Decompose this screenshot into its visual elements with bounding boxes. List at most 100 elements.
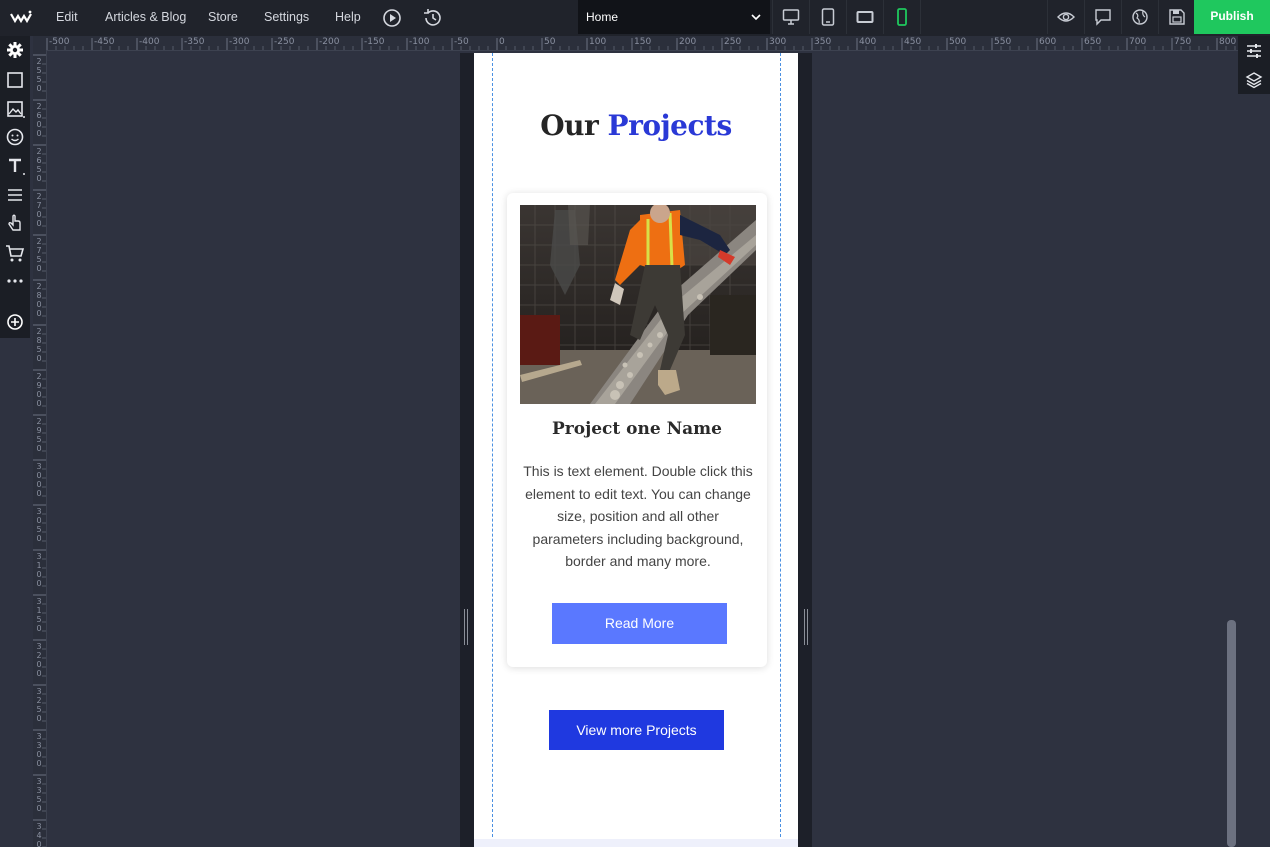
next-section-edge	[474, 839, 798, 847]
ruler-label: 3400	[36, 822, 42, 847]
menu-edit[interactable]: Edit	[56, 0, 78, 36]
ruler-label: -100	[409, 37, 430, 47]
vertical-ruler: 2550 2600 2650 2700 2750 2800 2850 2900 2950 3000…	[33, 50, 47, 847]
ruler-label: -350	[184, 37, 205, 47]
ruler-label: 600	[1039, 37, 1057, 47]
globe-icon	[1132, 9, 1148, 25]
scrollbar-thumb[interactable]	[1227, 620, 1236, 847]
horizontal-ruler: -500 -450 -400 -350 -300 -250 -200 -150 -100 -50 0…	[33, 36, 1238, 51]
text-icon[interactable]	[4, 155, 26, 177]
menu-lines-icon[interactable]	[4, 184, 26, 206]
ruler-label: 3150	[36, 597, 42, 633]
card-text[interactable]: This is text element. Double click this …	[523, 460, 753, 573]
layers-icon[interactable]	[1245, 71, 1263, 89]
ruler-label: 400	[859, 37, 877, 47]
card-title[interactable]: Project one Name	[507, 419, 767, 439]
gear-icon[interactable]	[4, 39, 26, 61]
resize-handle-right[interactable]	[804, 609, 808, 645]
section-title[interactable]: Our Projects	[474, 109, 798, 142]
preview-button[interactable]	[1047, 0, 1084, 34]
ruler-label: 250	[724, 37, 742, 47]
ruler-label: 2900	[36, 372, 42, 408]
resize-handle-left[interactable]	[464, 609, 468, 645]
ruler-label: 3000	[36, 462, 42, 498]
right-panel-toolbar	[1238, 36, 1270, 94]
ruler-label: 450	[904, 37, 922, 47]
ruler-label: -200	[319, 37, 340, 47]
play-preview-icon[interactable]	[381, 7, 403, 29]
menu-store[interactable]: Store	[208, 0, 238, 36]
ruler-label: 200	[679, 37, 697, 47]
ruler-label: 2550	[36, 57, 42, 93]
image-icon[interactable]	[4, 98, 26, 120]
ruler-label: 800	[1219, 37, 1237, 47]
title-part-2: Projects	[607, 109, 733, 142]
title-part-1: Our	[540, 109, 599, 142]
pointer-hand-icon[interactable]	[4, 213, 26, 235]
ruler-label: 3250	[36, 687, 42, 723]
mobile-icon	[897, 8, 907, 26]
ruler-label: -150	[364, 37, 385, 47]
tablet-icon	[821, 8, 835, 26]
ruler-label: 3100	[36, 552, 42, 588]
section-box-icon[interactable]	[4, 69, 26, 91]
top-toolbar: Edit Articles & Blog Store Settings Help…	[0, 0, 1270, 36]
domain-button[interactable]	[1121, 0, 1158, 34]
guide-line-right	[780, 53, 781, 847]
chevron-down-icon	[751, 14, 761, 21]
comments-button[interactable]	[1084, 0, 1121, 34]
project-card: Project one Name This is text element. D…	[507, 193, 767, 667]
ruler-label: -450	[94, 37, 115, 47]
read-more-button[interactable]: Read More	[552, 603, 727, 644]
save-button[interactable]	[1158, 0, 1195, 34]
cart-icon[interactable]	[4, 242, 26, 264]
eye-icon	[1057, 12, 1075, 22]
left-toolbar	[0, 36, 30, 338]
save-icon	[1169, 9, 1185, 25]
canvas-margin-right	[798, 53, 812, 847]
tablet-landscape-icon	[856, 11, 874, 23]
ruler-label: 2700	[36, 192, 42, 228]
mobile-page-canvas: Our Projects Project one Name This is te…	[474, 53, 798, 847]
history-icon[interactable]	[421, 7, 443, 29]
comment-icon	[1095, 9, 1111, 26]
ruler-label: -500	[49, 37, 70, 47]
ruler-label: 3200	[36, 642, 42, 678]
desktop-icon	[782, 9, 800, 25]
add-circle-icon[interactable]	[4, 311, 26, 333]
ruler-label: 100	[589, 37, 607, 47]
menu-settings[interactable]: Settings	[264, 0, 309, 36]
device-desktop-button[interactable]	[772, 0, 809, 34]
logo-icon[interactable]	[9, 8, 33, 28]
device-tablet-button[interactable]	[809, 0, 846, 34]
ruler-label: 2950	[36, 417, 42, 453]
ruler-label: 50	[544, 37, 556, 47]
menu-help[interactable]: Help	[335, 0, 361, 36]
device-mobile-button[interactable]	[883, 0, 921, 34]
ruler-label: 2650	[36, 147, 42, 183]
ruler-label: -300	[229, 37, 250, 47]
ruler-label: 2600	[36, 102, 42, 138]
ruler-label: 700	[1129, 37, 1147, 47]
ruler-label: 650	[1084, 37, 1102, 47]
sliders-icon[interactable]	[1245, 42, 1263, 60]
ruler-label: 300	[769, 37, 787, 47]
page-select-value: Home	[586, 10, 619, 24]
scroll-track	[1238, 94, 1270, 847]
canvas-margin-left	[460, 53, 474, 847]
ruler-label: 2850	[36, 327, 42, 363]
ruler-label: 2800	[36, 282, 42, 318]
page-select[interactable]: Home	[578, 0, 770, 34]
publish-button[interactable]: Publish	[1194, 0, 1270, 34]
emoji-icon[interactable]	[4, 126, 26, 148]
ruler-label: 750	[1174, 37, 1192, 47]
view-more-projects-button[interactable]: View more Projects	[549, 710, 724, 750]
ruler-label: -50	[454, 37, 469, 47]
more-dots-icon[interactable]	[4, 270, 26, 292]
ruler-label: 3050	[36, 507, 42, 543]
project-image[interactable]	[520, 205, 756, 404]
menu-articles-blog[interactable]: Articles & Blog	[105, 0, 186, 36]
ruler-label: 550	[994, 37, 1012, 47]
device-tablet-landscape-button[interactable]	[846, 0, 883, 34]
ruler-label: -400	[139, 37, 160, 47]
